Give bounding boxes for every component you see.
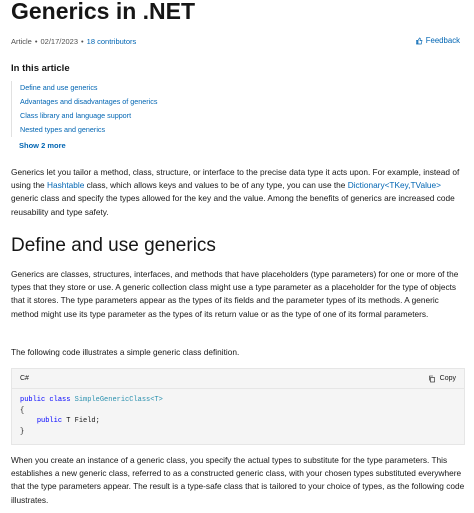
copy-button[interactable]: Copy [428,375,456,383]
section-paragraph-2: The following code illustrates a simple … [11,347,240,357]
show-more-button[interactable]: Show 2 more [19,141,66,150]
meta-separator-2: • [81,37,84,46]
article-metadata: Article • 02/17/2023 • 18 contributors [11,37,136,46]
dictionary-link[interactable]: Dictionary<TKey,TValue> [348,180,441,190]
code-field-keyword: public [36,417,63,425]
code-field-rest: T Field; [62,417,100,425]
code-content: public class SimpleGenericClass<T> { pub… [12,389,464,443]
code-open-brace: { [20,406,25,415]
intro-paragraph: Generics let you tailor a method, class,… [11,167,460,217]
table-of-contents: Define and use generics Advantages and d… [11,81,212,137]
toc-item-nested-types[interactable]: Nested types and generics [12,123,212,137]
section-paragraph-3: When you create an instance of a generic… [11,455,465,505]
feedback-label: Feedback [425,36,460,45]
code-class-name: SimpleGenericClass<T> [74,396,163,404]
article-type: Article [11,37,32,46]
section-heading: Define and use generics [11,235,216,256]
code-language: C# [20,375,29,382]
section-paragraph-1: Generics are classes, structures, interf… [11,269,459,319]
article-page: Generics in .NET Article • 02/17/2023 • … [0,0,474,513]
code-keyword-public: public [20,396,46,404]
toc-item-define-and-use-generics[interactable]: Define and use generics [12,81,212,95]
feedback-button[interactable]: Feedback [415,36,460,45]
code-close-brace: } [20,427,25,436]
toc-heading: In this article [11,63,70,74]
page-title: Generics in .NET [11,0,196,24]
code-header: C# Copy [12,369,464,389]
article-date: 02/17/2023 [40,37,79,46]
meta-separator: • [34,37,38,46]
copy-icon [428,375,435,382]
toc-item-class-library[interactable]: Class library and language support [12,109,212,123]
toc-item-advantages[interactable]: Advantages and disadvantages of generics [12,95,212,109]
code-keyword-class: class [49,396,71,404]
code-block: C# Copy public class SimpleGenericClass<… [11,368,465,445]
hashtable-link[interactable]: Hashtable [47,180,84,190]
contributors-link[interactable]: 18 contributors [87,37,137,46]
copy-label: Copy [439,375,456,382]
thumbs-feedback-icon [415,37,423,44]
